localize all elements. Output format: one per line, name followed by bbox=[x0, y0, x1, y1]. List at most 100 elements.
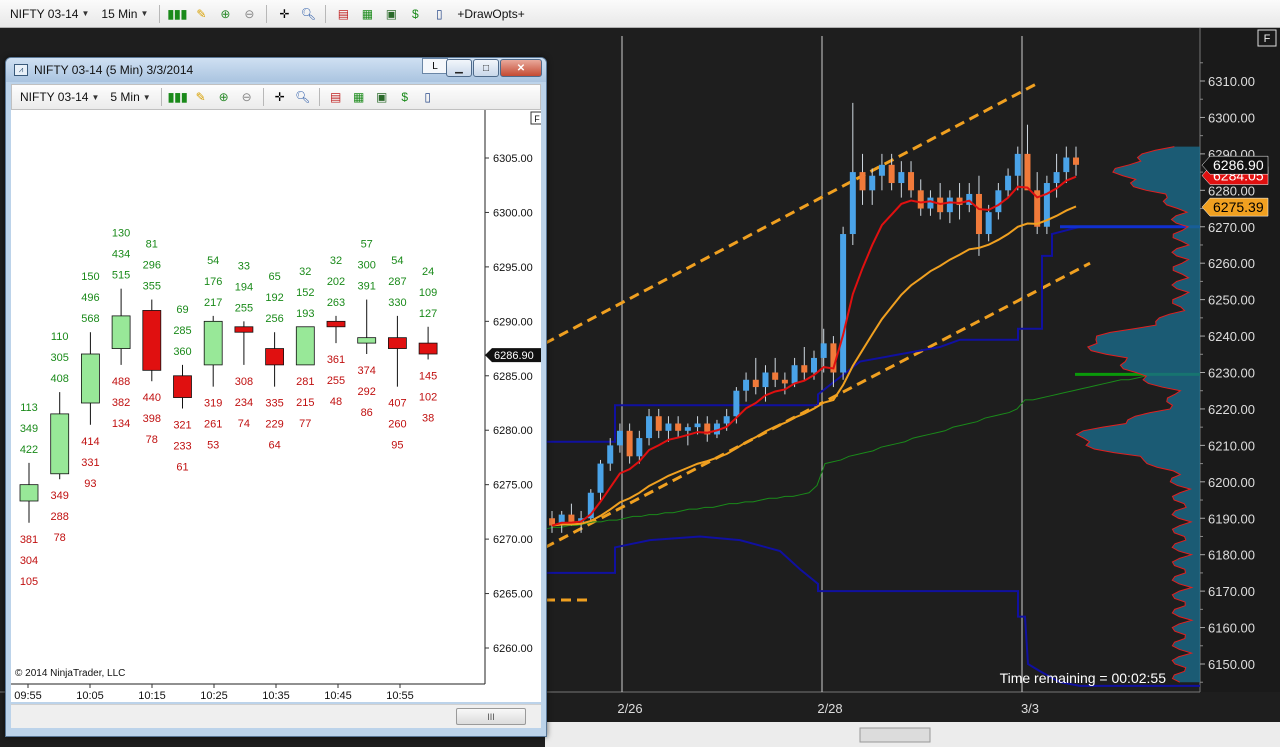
interval-label: 5 Min bbox=[110, 90, 140, 104]
volume-above-label: 176 bbox=[204, 276, 222, 288]
pencil-icon[interactable]: ✎ bbox=[191, 88, 211, 106]
mini-y-tick-label: 6275.00 bbox=[493, 480, 533, 492]
interval-label: 15 Min bbox=[101, 6, 138, 21]
mini-x-tick-label: 10:55 bbox=[386, 690, 414, 702]
candle-body bbox=[1005, 175, 1012, 191]
magnifier-icon[interactable]: 🔍︎ bbox=[293, 88, 313, 106]
candle-body bbox=[1014, 153, 1021, 176]
chart-properties-icon[interactable]: ▣ bbox=[381, 5, 401, 23]
y-tick-label: 6200.00 bbox=[1208, 475, 1255, 490]
candle-body bbox=[840, 234, 847, 373]
chart-window-icon: ⩘ bbox=[14, 64, 28, 76]
inner-toolbar: NIFTY 03-14 ▼ 5 Min ▼ ▮▮▮ ✎ ⊕ ⊖ ✛ 🔍︎ ▤ ▦… bbox=[11, 84, 541, 110]
volume-below-label: 255 bbox=[327, 375, 345, 387]
volume-below-label: 215 bbox=[296, 397, 314, 409]
candle-body bbox=[995, 190, 1002, 213]
mini-x-tick-label: 09:55 bbox=[14, 690, 42, 702]
volume-above-label: 152 bbox=[296, 287, 314, 299]
mini-candle-body bbox=[142, 310, 162, 371]
y-tick-label: 6240.00 bbox=[1208, 329, 1255, 344]
candle-body bbox=[772, 372, 779, 380]
strategies-icon[interactable]: ▦ bbox=[349, 88, 369, 106]
volume-below-label: 64 bbox=[268, 440, 280, 452]
volume-above-label: 113 bbox=[20, 402, 38, 414]
candlestick-style-icon[interactable]: ▮▮▮ bbox=[167, 5, 187, 23]
strategies-icon[interactable]: ▦ bbox=[357, 5, 377, 23]
volume-above-label: 65 bbox=[268, 271, 280, 283]
y-tick-label: 6160.00 bbox=[1208, 621, 1255, 636]
dollar-icon[interactable]: $ bbox=[405, 5, 425, 23]
y-tick-label: 6190.00 bbox=[1208, 511, 1255, 526]
candle-body bbox=[752, 379, 759, 388]
mini-last-price-label: 6286.90 bbox=[494, 350, 534, 362]
close-button[interactable]: ✕ bbox=[500, 59, 542, 77]
pencil-icon[interactable]: ✎ bbox=[191, 5, 211, 23]
zoom-in-icon[interactable]: ⊕ bbox=[214, 88, 234, 106]
volume-above-label: 202 bbox=[327, 276, 345, 288]
x-tick-label: 2/26 bbox=[617, 701, 642, 716]
candlestick-style-icon[interactable]: ▮▮▮ bbox=[168, 88, 188, 106]
volume-below-label: 74 bbox=[238, 418, 250, 430]
indicators-icon[interactable]: ▤ bbox=[333, 5, 353, 23]
candle-body bbox=[869, 175, 876, 191]
y-tick-label: 6180.00 bbox=[1208, 548, 1255, 563]
candle-body bbox=[665, 423, 672, 431]
candle-body bbox=[927, 197, 934, 209]
volume-above-label: 349 bbox=[20, 423, 38, 435]
mini-y-tick-label: 6300.00 bbox=[493, 207, 533, 219]
candle-body bbox=[975, 193, 982, 235]
mini-x-tick-label: 10:05 bbox=[76, 690, 104, 702]
volume-above-label: 192 bbox=[265, 292, 283, 304]
zoom-in-icon[interactable]: ⊕ bbox=[215, 5, 235, 23]
crosshair-icon[interactable]: ✛ bbox=[274, 5, 294, 23]
volume-above-label: 130 bbox=[112, 228, 130, 240]
window-titlebar[interactable]: ⩘ NIFTY 03-14 (5 Min) 3/3/2014 L ▁ □ ✕ bbox=[6, 58, 546, 82]
volume-above-label: 69 bbox=[176, 304, 188, 316]
volume-above-label: 434 bbox=[112, 249, 130, 261]
interval-selector[interactable]: 5 Min ▼ bbox=[106, 90, 154, 104]
candle-body bbox=[655, 416, 662, 431]
chart-properties-icon[interactable]: ▣ bbox=[372, 88, 392, 106]
mini-candle-body bbox=[173, 375, 192, 398]
mini-y-tick-label: 6285.00 bbox=[493, 371, 533, 383]
mini-candle-body bbox=[265, 348, 285, 366]
volume-below-label: 261 bbox=[204, 419, 222, 431]
maximize-button[interactable]: □ bbox=[473, 59, 499, 77]
link-button[interactable]: L bbox=[422, 58, 448, 74]
instrument-selector[interactable]: NIFTY 03-14 ▼ bbox=[6, 7, 93, 21]
chevron-down-icon: ▼ bbox=[91, 92, 100, 102]
indicators-icon[interactable]: ▤ bbox=[326, 88, 346, 106]
mini-candle-body bbox=[234, 326, 254, 333]
candle-body bbox=[568, 514, 575, 522]
interval-selector[interactable]: 15 Min ▼ bbox=[97, 7, 152, 21]
candle-body bbox=[1073, 157, 1079, 165]
y-tick-label: 6270.00 bbox=[1208, 220, 1255, 235]
instrument-selector[interactable]: NIFTY 03-14 ▼ bbox=[16, 90, 103, 104]
floating-chart-window[interactable]: ⩘ NIFTY 03-14 (5 Min) 3/3/2014 L ▁ □ ✕ N… bbox=[5, 57, 547, 737]
volume-above-label: 355 bbox=[143, 281, 161, 293]
candle-body bbox=[985, 212, 992, 235]
scrollbar-thumb[interactable]: III bbox=[456, 708, 526, 725]
zoom-out-icon[interactable]: ⊖ bbox=[239, 5, 259, 23]
crosshair-icon[interactable]: ✛ bbox=[270, 88, 290, 106]
magnifier-icon[interactable]: 🔍︎ bbox=[298, 5, 318, 23]
data-box-icon[interactable]: ▯ bbox=[429, 5, 449, 23]
zoom-out-icon[interactable]: ⊖ bbox=[237, 88, 257, 106]
mini-price-chart[interactable]: F 6305.00 6300.00 6295.00 6290.00 6285.00 6280… bbox=[11, 110, 541, 702]
candle-body bbox=[1024, 153, 1031, 191]
volume-below-label: 233 bbox=[173, 440, 191, 452]
mini-y-tick-label: 6270.00 bbox=[493, 534, 533, 546]
minimize-button[interactable]: ▁ bbox=[446, 59, 472, 77]
candle-body bbox=[946, 197, 953, 213]
volume-above-label: 127 bbox=[419, 308, 437, 320]
volume-below-label: 292 bbox=[358, 386, 376, 398]
volume-above-label: 57 bbox=[361, 239, 373, 251]
dollar-icon[interactable]: $ bbox=[395, 88, 415, 106]
horizontal-scrollbar[interactable]: III bbox=[11, 704, 541, 728]
candle-body bbox=[743, 379, 750, 391]
data-box-icon[interactable]: ▯ bbox=[418, 88, 438, 106]
draw-opts-button[interactable]: +DrawOpts+ bbox=[453, 7, 528, 21]
volume-below-label: 321 bbox=[173, 419, 191, 431]
candle-body bbox=[694, 423, 701, 428]
candle-body bbox=[781, 379, 788, 384]
